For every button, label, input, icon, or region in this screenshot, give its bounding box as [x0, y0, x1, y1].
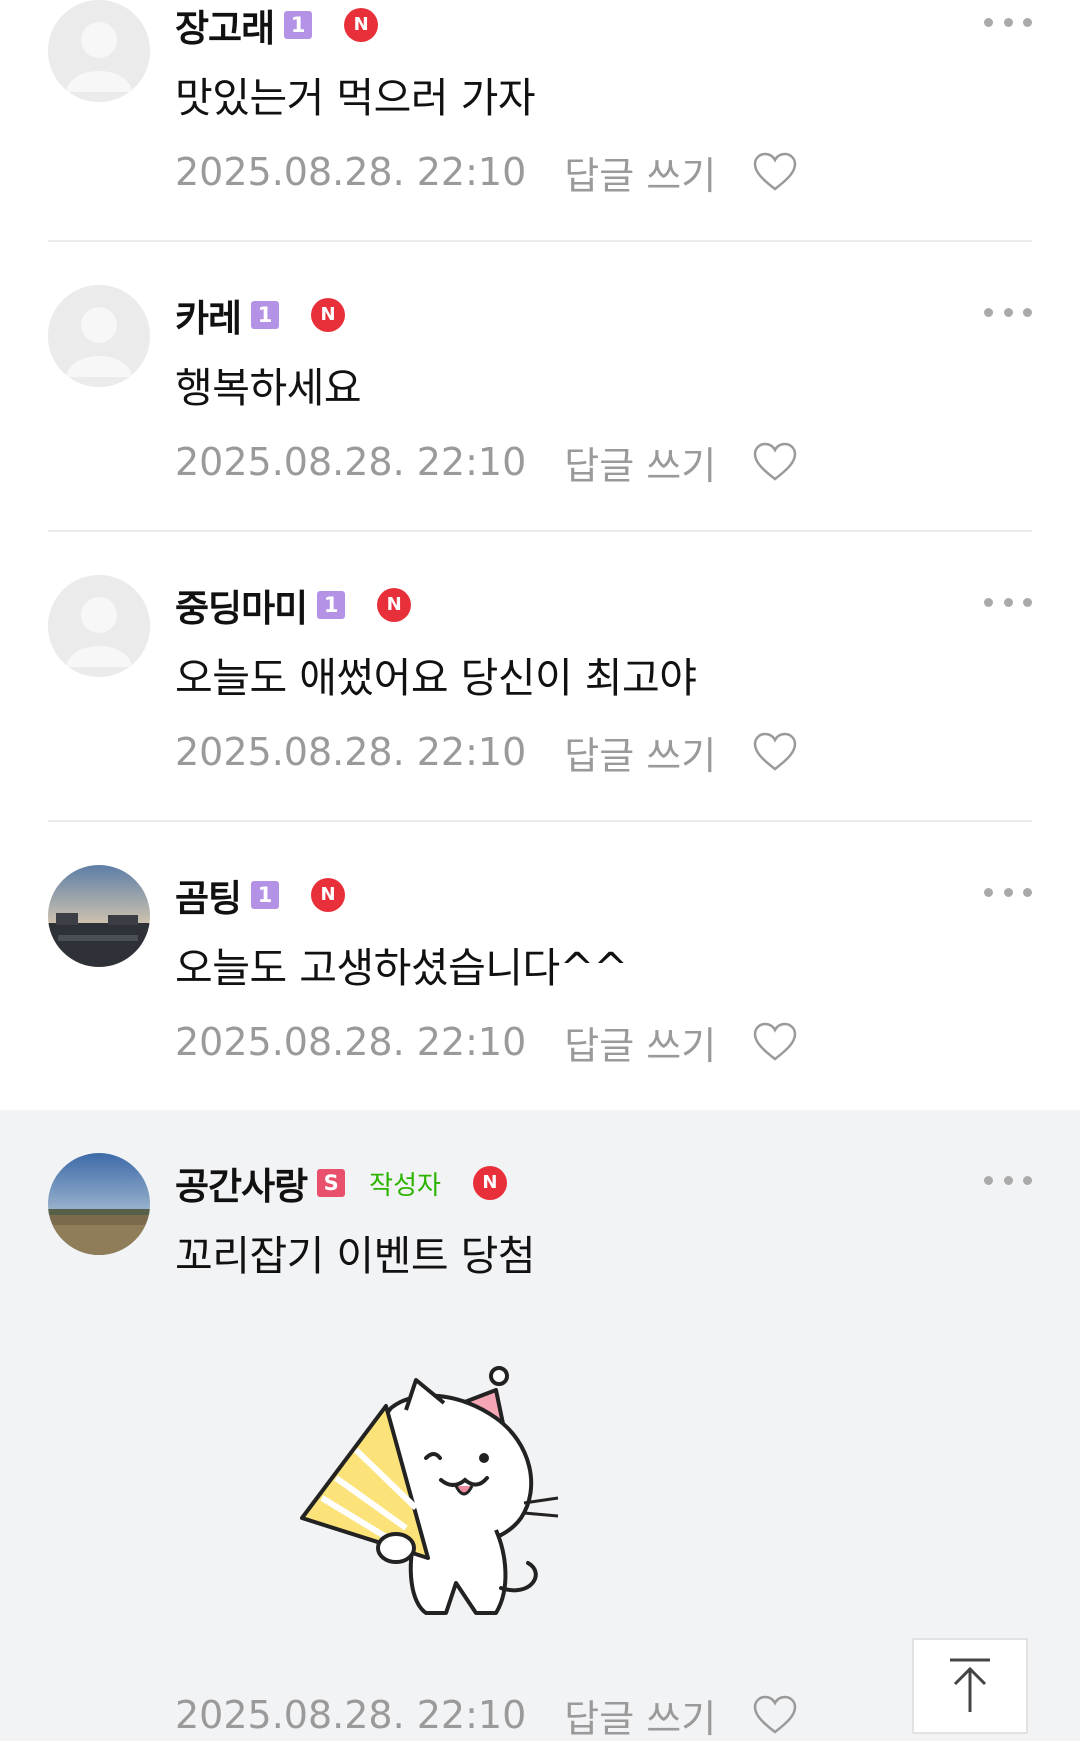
more-dots-icon[interactable]: [984, 592, 1032, 612]
default-avatar-icon: [48, 575, 150, 677]
comment-header: 중딩마미 1 N: [175, 578, 412, 632]
nickname[interactable]: 곰팅: [175, 868, 242, 922]
comment-meta: 2025.08.28. 22:10 답글 쓰기: [175, 435, 798, 490]
heart-outline-icon[interactable]: [752, 1021, 798, 1063]
default-avatar-icon: [48, 285, 150, 387]
reply-button[interactable]: 답글 쓰기: [564, 145, 716, 200]
comment-time: 2025.08.28. 22:10: [175, 150, 527, 194]
comment-text: 오늘도 고생하셨습니다^^: [175, 944, 628, 992]
heart-outline-icon[interactable]: [752, 441, 798, 483]
comment-time: 2025.08.28. 22:10: [175, 1693, 527, 1737]
new-badge: N: [311, 878, 346, 912]
reply-button[interactable]: 답글 쓰기: [564, 1015, 716, 1070]
comment-text: 오늘도 애썼어요 당신이 최고야: [175, 654, 697, 702]
comment-item: 곰팅 1 N 오늘도 고생하셨습니다^^ 2025.08.28. 22:10 답…: [0, 822, 1080, 1110]
new-badge: N: [344, 8, 379, 42]
scroll-top-button[interactable]: [912, 1638, 1028, 1734]
more-dots-icon[interactable]: [984, 1170, 1032, 1190]
comment-header: 공간사랑 S 작성자 N: [175, 1158, 507, 1208]
comment-meta: 2025.08.28. 22:10 답글 쓰기: [175, 145, 798, 200]
default-avatar-icon: [48, 0, 150, 102]
more-dots-icon[interactable]: [984, 882, 1032, 902]
new-badge: N: [311, 298, 346, 332]
new-badge: N: [377, 588, 412, 622]
comment-item: 장고래 1 N 맛있는거 먹으러 가자 2025.08.28. 22:10 답글…: [0, 0, 1080, 242]
field-photo-avatar: [48, 1153, 150, 1255]
comment-text: 꼬리잡기 이벤트 당첨: [175, 1232, 536, 1280]
heart-outline-icon[interactable]: [752, 1694, 798, 1736]
avatar[interactable]: [48, 575, 150, 677]
reply-button[interactable]: 답글 쓰기: [564, 725, 716, 780]
level-badge: 1: [284, 11, 313, 39]
nickname[interactable]: 공간사랑: [175, 1156, 308, 1210]
comment-time: 2025.08.28. 22:10: [175, 730, 527, 774]
arrow-up-to-top-icon: [950, 1658, 990, 1712]
new-badge: N: [472, 1166, 507, 1200]
comment-meta: 2025.08.28. 22:10 답글 쓰기: [175, 1688, 798, 1743]
level-badge: 1: [251, 881, 280, 909]
more-dots-icon[interactable]: [984, 302, 1032, 322]
comment-header: 카레 1 N: [175, 288, 346, 342]
reply-button[interactable]: 답글 쓰기: [564, 1688, 716, 1743]
comment-meta: 2025.08.28. 22:10 답글 쓰기: [175, 1015, 798, 1070]
comment-time: 2025.08.28. 22:10: [175, 1020, 527, 1064]
heart-outline-icon[interactable]: [752, 151, 798, 193]
reply-button[interactable]: 답글 쓰기: [564, 435, 716, 490]
avatar[interactable]: [48, 0, 150, 102]
level-badge: S: [317, 1169, 346, 1197]
level-badge: 1: [317, 591, 346, 619]
comment-header: 곰팅 1 N: [175, 868, 346, 922]
level-badge: 1: [251, 301, 280, 329]
sunset-photo-avatar: [48, 865, 150, 967]
heart-outline-icon[interactable]: [752, 731, 798, 773]
avatar[interactable]: [48, 865, 150, 967]
nickname[interactable]: 장고래: [175, 0, 275, 52]
comment-text: 행복하세요: [175, 364, 362, 412]
author-tag: 작성자: [369, 1170, 441, 1201]
more-dots-icon[interactable]: [984, 12, 1032, 32]
avatar[interactable]: [48, 1153, 150, 1255]
comment-meta: 2025.08.28. 22:10 답글 쓰기: [175, 725, 798, 780]
nickname[interactable]: 중딩마미: [175, 578, 308, 632]
party-cat-sticker: [300, 1366, 559, 1615]
comment-item: 중딩마미 1 N 오늘도 애썼어요 당신이 최고야 2025.08.28. 22…: [0, 532, 1080, 822]
avatar[interactable]: [48, 285, 150, 387]
comment-time: 2025.08.28. 22:10: [175, 440, 527, 484]
nickname[interactable]: 카레: [175, 288, 242, 342]
comment-header: 장고래 1 N: [175, 0, 379, 52]
comment-item: 카레 1 N 행복하세요 2025.08.28. 22:10 답글 쓰기: [0, 242, 1080, 532]
comment-text: 맛있는거 먹으러 가자: [175, 74, 536, 122]
